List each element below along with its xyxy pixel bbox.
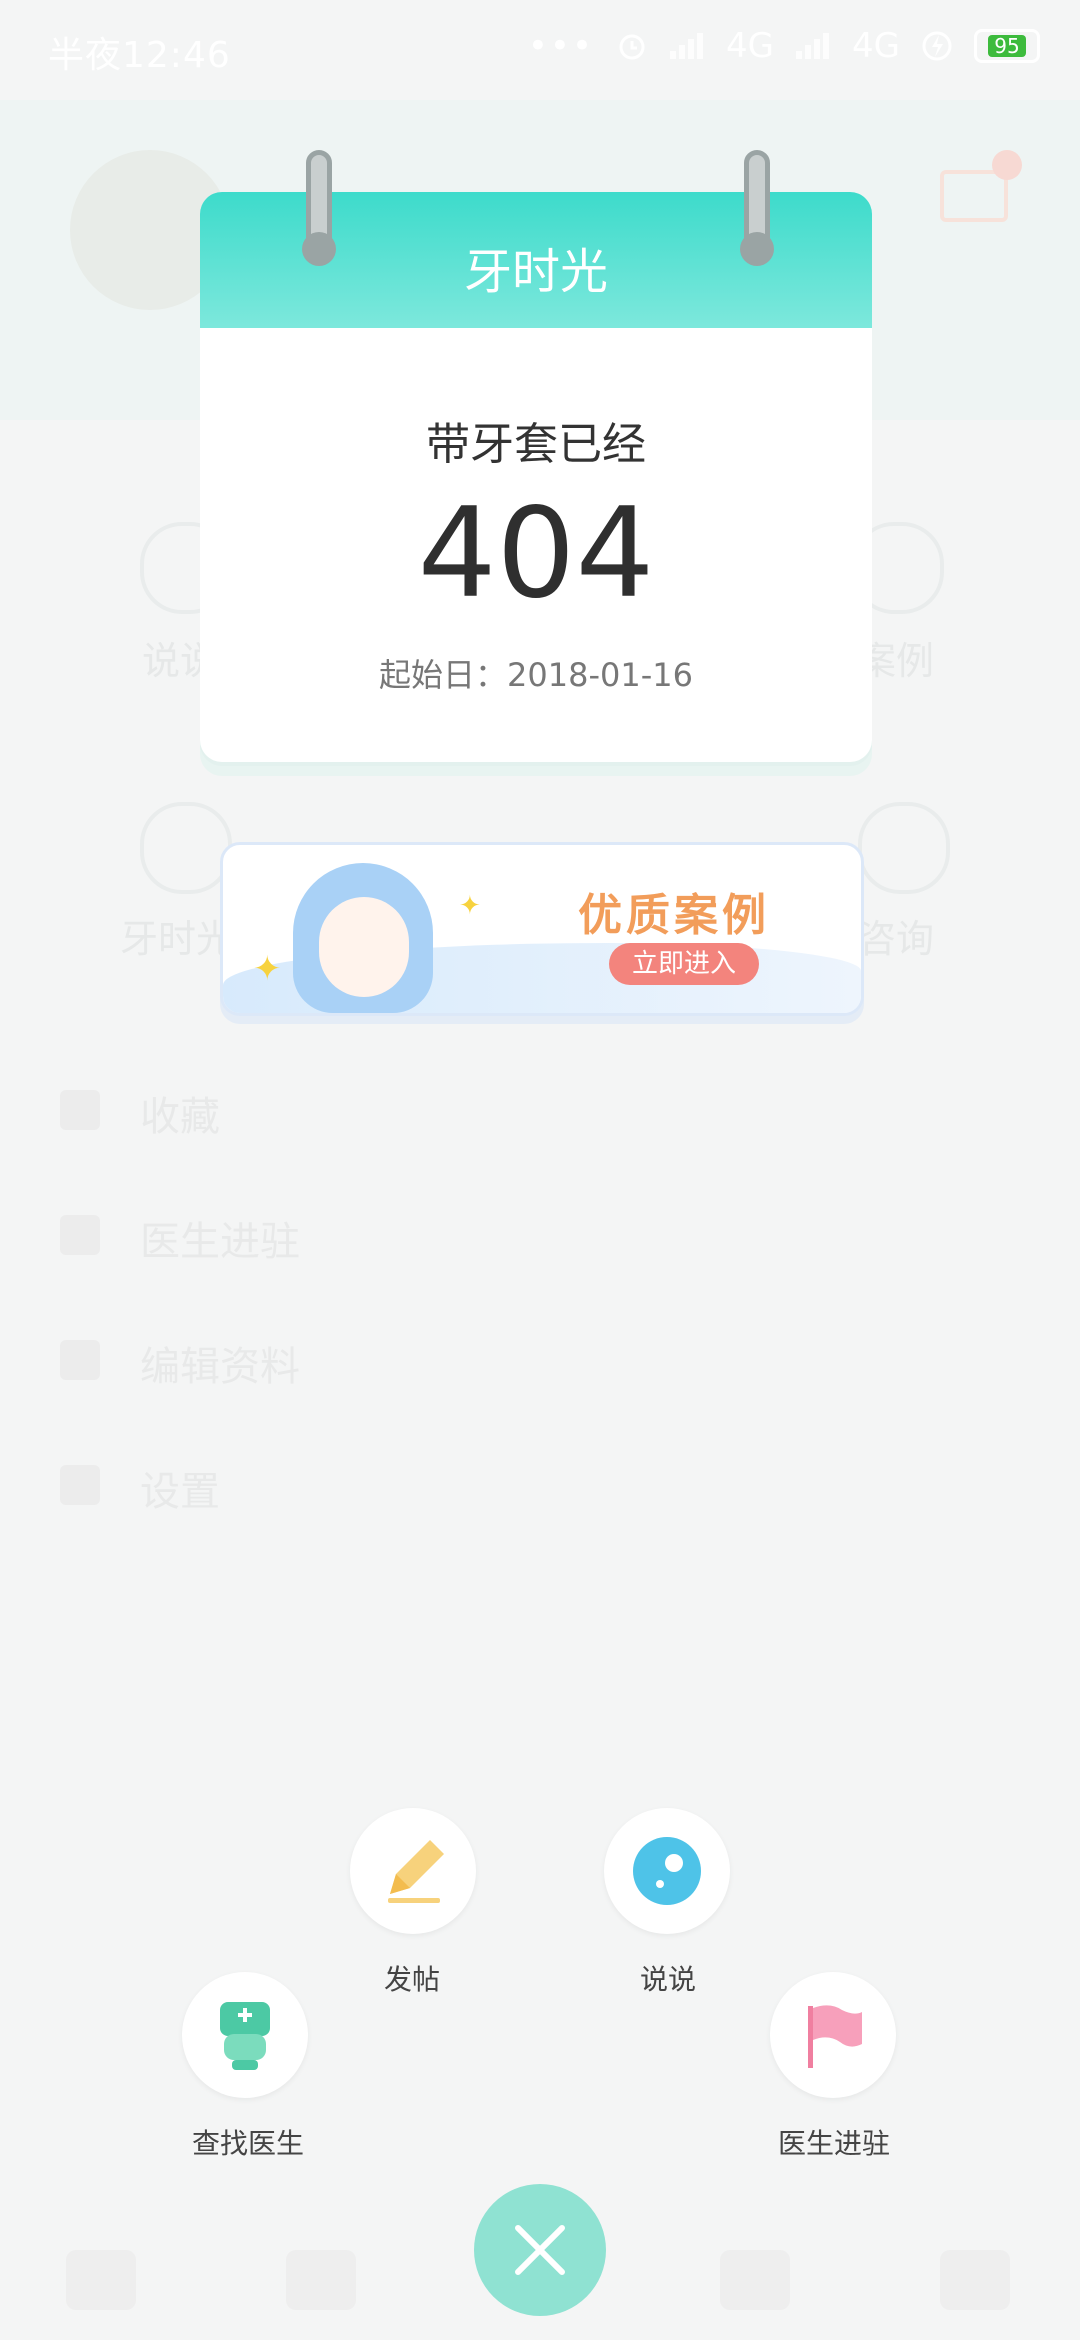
tab-home-icon: [66, 2250, 136, 2310]
status-icons: ••• 4G 4G 95: [528, 26, 1040, 66]
post-label: 发帖: [383, 1963, 440, 1996]
battery-level: 95: [988, 35, 1026, 57]
talk-button[interactable]: [604, 1808, 730, 1934]
signal-icon-2: [796, 33, 830, 59]
flag-outline-icon: [60, 1215, 100, 1255]
pencil-icon: [388, 1840, 444, 1903]
tab-profile-icon: [940, 2250, 1010, 2310]
find-doctor-label: 查找医生: [191, 2127, 304, 2160]
sparkle-icon: ✦: [459, 891, 481, 921]
bubble-icon: [633, 1837, 701, 1905]
tab-message-icon: [286, 2250, 356, 2310]
mail-badge: [992, 150, 1022, 180]
alarm-icon: [619, 34, 645, 60]
calendar-hole-left: [302, 232, 336, 266]
banner-title: 优质案例: [578, 890, 770, 941]
calendar-hole-right: [740, 232, 774, 266]
menu-item-favorites: 收藏: [0, 1050, 1080, 1170]
menu-item-label: 收藏: [140, 1094, 220, 1140]
doctor-join-label: 医生进驻: [777, 2127, 890, 2160]
calendar-label: 带牙套已经: [426, 419, 646, 470]
calendar-days-count: 404: [417, 482, 655, 626]
network-label-1: 4G: [726, 26, 775, 66]
post-button[interactable]: [350, 1808, 476, 1934]
enter-now-button[interactable]: 立即进入: [609, 943, 759, 985]
menu-item-label: 编辑资料: [140, 1344, 300, 1390]
more-dots-icon: •••: [527, 26, 595, 66]
find-doctor-button[interactable]: [182, 1972, 308, 2098]
menu-item-edit-profile: 编辑资料: [0, 1300, 1080, 1420]
mascot-face: [319, 897, 409, 997]
status-bar: 半夜12:46 ••• 4G 4G 95: [0, 0, 1080, 100]
battery-icon: 95: [974, 29, 1040, 63]
network-label-2: 4G: [852, 26, 900, 66]
quality-case-banner[interactable]: ✦ ✦ 优质案例 立即进入: [220, 842, 864, 1016]
menu-item-label: 医生进驻: [140, 1219, 300, 1265]
tooth-grid-icon: [140, 802, 232, 894]
star-icon: [60, 1090, 100, 1130]
close-button[interactable]: [474, 2184, 606, 2316]
talk-label: 说说: [639, 1963, 696, 1996]
mail-icon: [940, 170, 1008, 222]
grid-label-consult: 咨询: [858, 917, 935, 961]
grid-label-tooth-time: 牙时光: [120, 917, 235, 961]
tab-case-icon: [720, 2250, 790, 2310]
doctor-icon: [220, 2002, 270, 2070]
consult-grid-icon: [858, 802, 950, 894]
flag-icon: [808, 2005, 862, 2068]
close-icon: [515, 2225, 565, 2275]
charging-icon: [922, 31, 952, 61]
menu-item-settings: 设置: [0, 1425, 1080, 1545]
doctor-join-button[interactable]: [770, 1972, 896, 2098]
sparkle-icon: ✦: [253, 949, 282, 989]
calendar-start-date: 起始日：2018-01-16: [379, 656, 693, 694]
edit-icon: [60, 1340, 100, 1380]
status-time: 半夜12:46: [48, 35, 231, 76]
tooth-time-calendar-card[interactable]: 牙时光 带牙套已经 404 起始日：2018-01-16: [200, 192, 872, 762]
gear-icon: [60, 1465, 100, 1505]
signal-icon: [670, 33, 704, 59]
menu-item-label: 设置: [140, 1469, 220, 1515]
menu-item-doctor-join: 医生进驻: [0, 1175, 1080, 1295]
